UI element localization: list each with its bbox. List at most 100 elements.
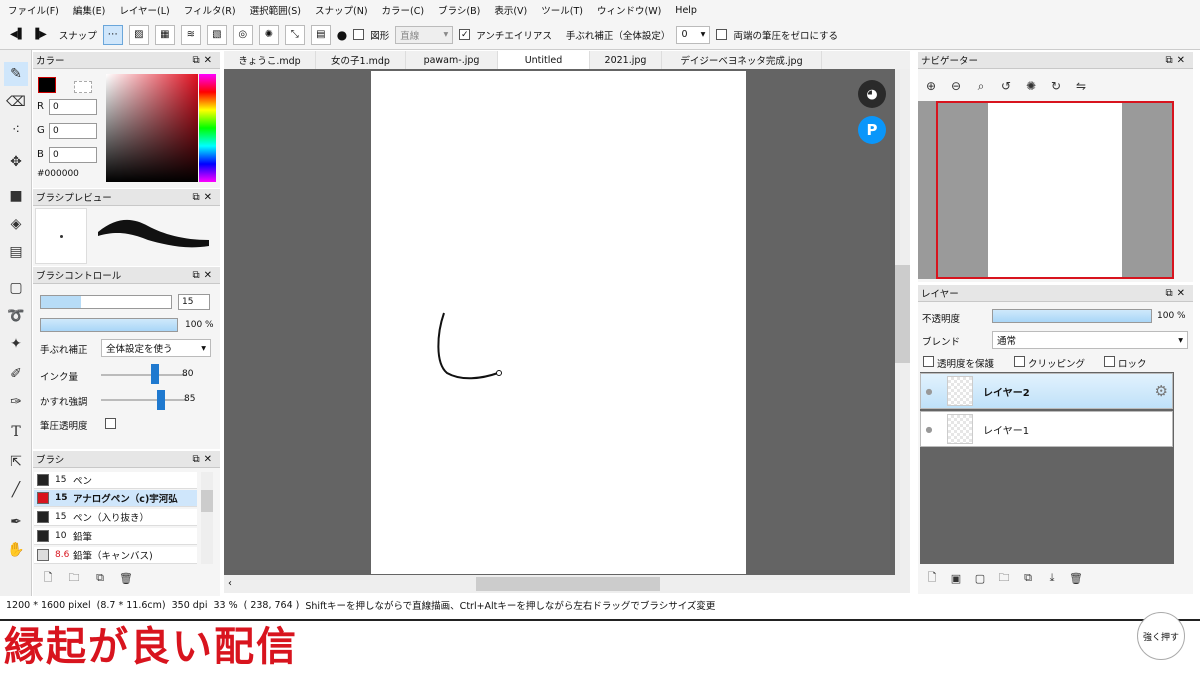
panel-controls-icon[interactable]: ⧉✕ bbox=[192, 192, 216, 203]
snap-parallel-icon[interactable]: ▨ bbox=[128, 24, 149, 45]
duplicate-layer-icon[interactable]: ⧉ bbox=[1020, 570, 1036, 586]
select-rect-icon[interactable]: ▢ bbox=[4, 276, 28, 300]
next-icon[interactable]: ▐▶ bbox=[31, 29, 46, 40]
shape-select[interactable]: 直線 ▾ bbox=[395, 25, 454, 44]
blend-dropdown[interactable]: 通常 ▾ bbox=[992, 331, 1188, 349]
layer-row[interactable]: ● レイヤー1 bbox=[920, 411, 1173, 447]
tab-document[interactable]: pawam-.jpg bbox=[406, 51, 498, 69]
bucket-tool-icon[interactable]: ◈ bbox=[4, 212, 28, 236]
g-input[interactable]: 0 bbox=[49, 123, 97, 139]
divide-tool-icon[interactable]: ╱ bbox=[4, 478, 28, 502]
panel-controls-icon[interactable]: ⧉✕ bbox=[192, 55, 216, 66]
fill-tool-icon[interactable]: ■ bbox=[4, 184, 28, 208]
current-color-swatch[interactable] bbox=[38, 77, 56, 93]
pixiv-icon[interactable]: P bbox=[858, 116, 886, 144]
size-slider[interactable] bbox=[40, 295, 172, 309]
canvas-vertical-scrollbar[interactable] bbox=[895, 69, 910, 575]
blur-slider-track[interactable] bbox=[101, 399, 187, 401]
snap-off-icon[interactable]: ⋯ bbox=[102, 24, 123, 45]
navigator-viewport[interactable] bbox=[936, 101, 1174, 279]
pen-tool-icon[interactable]: ✎ bbox=[4, 62, 28, 86]
tab-document[interactable]: 女の子1.mdp bbox=[316, 51, 406, 69]
snap-perspective-icon[interactable]: ▧ bbox=[206, 24, 227, 45]
menu-color[interactable]: カラー(C) bbox=[382, 3, 425, 17]
tab-document[interactable]: デイジーベヨネッタ完成.jpg bbox=[662, 51, 822, 69]
r-input[interactable]: 0 bbox=[49, 99, 97, 115]
menu-file[interactable]: ファイル(F) bbox=[8, 3, 59, 17]
folder-icon[interactable]: 🗀 bbox=[66, 570, 82, 586]
eraser-tool-icon[interactable]: ⌫ bbox=[4, 90, 28, 114]
eyedropper-icon[interactable]: ✒ bbox=[4, 510, 28, 534]
snap-vanish-icon[interactable]: ⤡ bbox=[284, 24, 305, 45]
dot-tool-icon[interactable]: ⁖ bbox=[4, 118, 28, 142]
drawing-canvas[interactable] bbox=[371, 71, 746, 574]
snap-grid-icon[interactable]: ▦ bbox=[154, 24, 175, 45]
merge-down-icon[interactable]: ⤓ bbox=[1044, 570, 1060, 586]
menu-view[interactable]: 表示(V) bbox=[494, 3, 527, 17]
pressure-zero-checkbox[interactable] bbox=[716, 29, 728, 40]
clipping-checkbox[interactable] bbox=[1014, 356, 1025, 367]
trash-icon[interactable]: 🗑 bbox=[118, 570, 134, 586]
new-1bit-layer-icon[interactable]: ▢ bbox=[972, 570, 988, 586]
text-tool-icon[interactable]: T bbox=[4, 420, 28, 444]
rotate-right-icon[interactable]: ↻ bbox=[1047, 77, 1065, 95]
new-8bit-layer-icon[interactable]: ▣ bbox=[948, 570, 964, 586]
tab-document[interactable]: 2021.jpg bbox=[590, 51, 662, 69]
push-button[interactable]: 強く押す bbox=[1137, 612, 1185, 660]
tab-document[interactable]: きょうこ.mdp bbox=[224, 51, 316, 69]
rotate-left-icon[interactable]: ↺ bbox=[997, 77, 1015, 95]
copy-brush-icon[interactable]: ⧉ bbox=[92, 570, 108, 586]
new-folder-icon[interactable]: 🗀 bbox=[996, 570, 1012, 586]
menu-brush[interactable]: ブラシ(B) bbox=[438, 3, 480, 17]
delete-layer-icon[interactable]: 🗑 bbox=[1068, 570, 1084, 586]
select-eraser-icon[interactable]: ✑ bbox=[4, 390, 28, 414]
select-pen-icon[interactable]: ✐ bbox=[4, 362, 28, 386]
ink-slider-handle[interactable] bbox=[151, 364, 159, 384]
layer-row-selected[interactable]: ● レイヤー2 ⚙ bbox=[920, 373, 1173, 409]
ink-slider-track[interactable] bbox=[101, 374, 187, 376]
visibility-toggle-icon[interactable]: ● bbox=[921, 387, 937, 396]
zoom-in-icon[interactable]: ⊕ bbox=[922, 77, 940, 95]
hand-tool-icon[interactable]: ✋ bbox=[4, 538, 28, 562]
opacity-slider[interactable] bbox=[40, 318, 178, 332]
tab-document-active[interactable]: Untitled bbox=[498, 51, 590, 69]
chevron-left-icon[interactable]: ‹ bbox=[228, 578, 232, 589]
brush-item[interactable]: 8.6 鉛筆（キャンバス) bbox=[34, 547, 197, 564]
snap-radial-icon[interactable]: ✺ bbox=[258, 24, 279, 45]
snap-curve-icon[interactable]: ≋ bbox=[180, 24, 201, 45]
menu-edit[interactable]: 編集(E) bbox=[73, 3, 105, 17]
flip-icon[interactable]: ⇋ bbox=[1072, 77, 1090, 95]
gear-icon[interactable]: ⚙ bbox=[1155, 382, 1168, 400]
menu-layer[interactable]: レイヤー(L) bbox=[119, 3, 169, 17]
operation-tool-icon[interactable]: ⇱ bbox=[4, 450, 28, 474]
move-tool-icon[interactable]: ✥ bbox=[4, 150, 28, 174]
zoom-reset-icon[interactable]: ⌕ bbox=[972, 77, 990, 95]
lasso-icon[interactable]: ➰ bbox=[4, 304, 28, 328]
menu-filter[interactable]: フィルタ(R) bbox=[184, 3, 236, 17]
gradient-tool-icon[interactable]: ▤ bbox=[4, 240, 28, 264]
saturation-value-field[interactable] bbox=[106, 74, 198, 182]
brush-item[interactable]: 10 鉛筆 bbox=[34, 528, 197, 545]
stabilizer-dropdown[interactable]: 全体設定を使う ▾ bbox=[101, 339, 211, 357]
menu-snap[interactable]: スナップ(N) bbox=[315, 3, 368, 17]
size-input[interactable]: 15 bbox=[178, 294, 210, 310]
pressure-opacity-checkbox[interactable] bbox=[105, 418, 116, 429]
menu-select[interactable]: 選択範囲(S) bbox=[250, 3, 301, 17]
panel-controls-icon[interactable]: ⧉✕ bbox=[192, 454, 216, 465]
brush-item[interactable]: 15 ペン（入り抜き） bbox=[34, 509, 197, 526]
panel-controls-icon[interactable]: ⧉✕ bbox=[1165, 288, 1189, 299]
stabilizer-select[interactable]: 0 ▾ bbox=[676, 25, 711, 44]
new-layer-icon[interactable]: 🗋 bbox=[924, 570, 940, 586]
protect-alpha-checkbox[interactable] bbox=[923, 356, 934, 367]
shape-checkbox[interactable] bbox=[353, 29, 365, 40]
brush-list-scrollbar[interactable] bbox=[201, 472, 213, 564]
menu-window[interactable]: ウィンドウ(W) bbox=[597, 3, 661, 17]
prev-icon[interactable]: ◀▌ bbox=[10, 29, 25, 40]
layer-opacity-slider[interactable] bbox=[992, 309, 1152, 323]
hue-slider[interactable] bbox=[199, 74, 216, 182]
new-brush-icon[interactable]: 🗋 bbox=[40, 570, 56, 586]
navigator-preview[interactable] bbox=[918, 101, 1174, 279]
magic-wand-icon[interactable]: ✦ bbox=[4, 332, 28, 356]
panel-controls-icon[interactable]: ⧉✕ bbox=[1165, 55, 1189, 66]
lock-checkbox[interactable] bbox=[1104, 356, 1115, 367]
